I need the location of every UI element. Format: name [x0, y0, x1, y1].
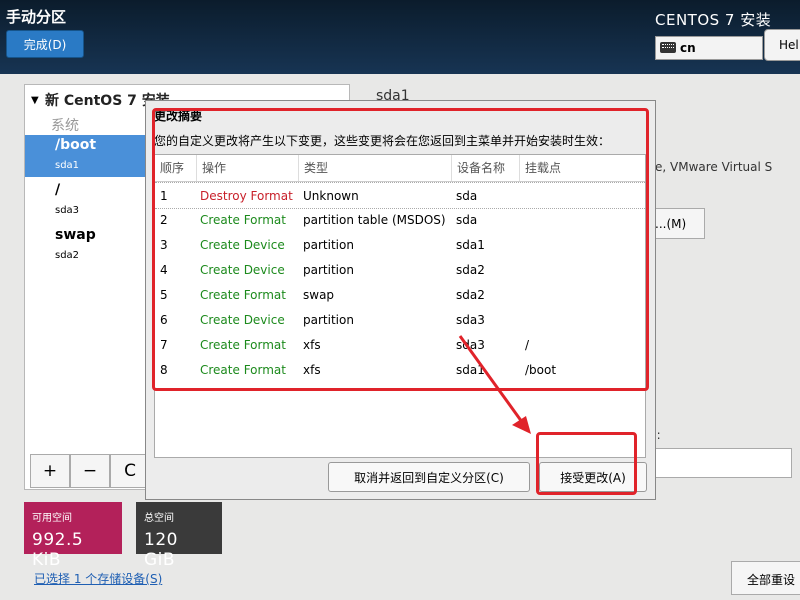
annotation-arrow-icon [458, 335, 531, 434]
